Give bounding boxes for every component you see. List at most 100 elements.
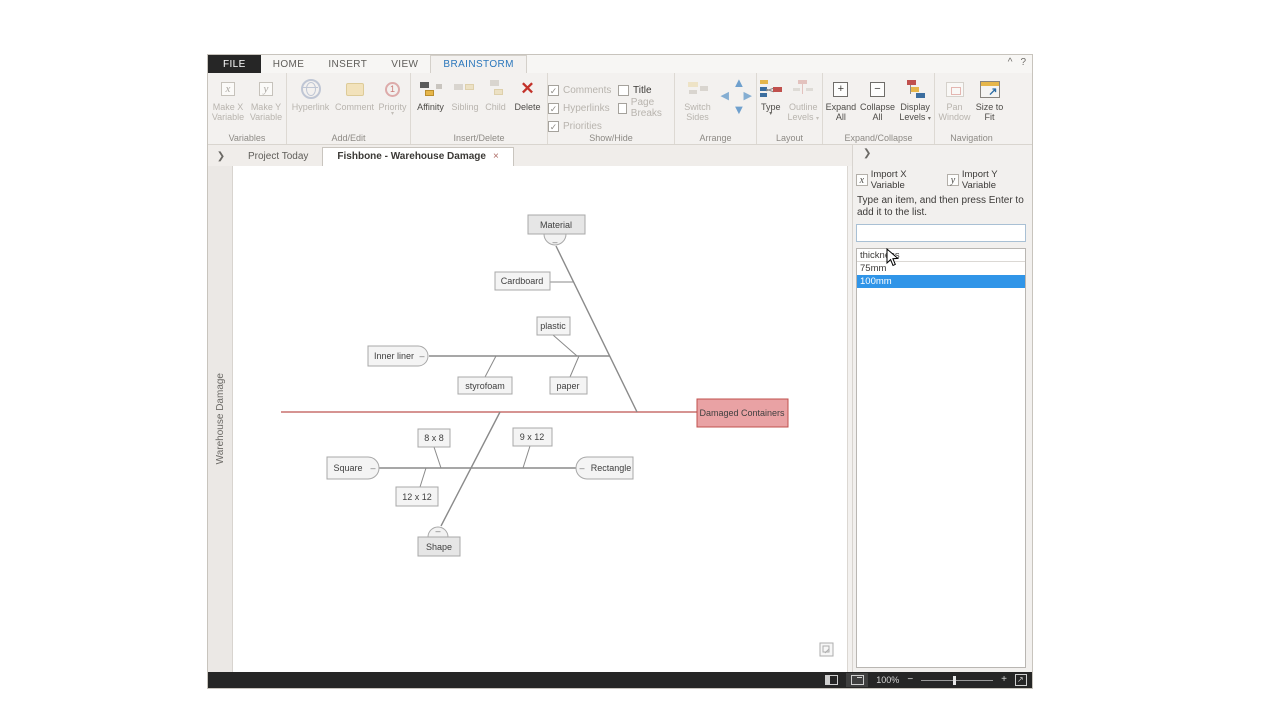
checkbox-page-breaks[interactable]: Page Breaks: [618, 99, 674, 117]
node-shape-label: Shape: [426, 542, 452, 552]
close-tab-icon[interactable]: ×: [493, 151, 499, 162]
square-collapse-icon[interactable]: –: [370, 463, 375, 473]
tab-insert[interactable]: INSERT: [316, 55, 379, 73]
move-left-arrow-icon[interactable]: ◀: [721, 91, 729, 102]
switch-sides-icon: [687, 80, 709, 98]
tab-brainstorm[interactable]: BRAINSTORM: [430, 55, 527, 73]
styrofoam-connector: [485, 356, 496, 377]
collapse-all-label: Collapse All: [859, 102, 897, 122]
view-mode-outline-icon[interactable]: [825, 675, 838, 685]
import-x-variable-button[interactable]: x Import X Variable: [856, 169, 941, 191]
group-label-expand-collapse: Expand/Collapse: [823, 133, 934, 143]
make-x-variable-button[interactable]: x Make X Variable: [209, 76, 247, 122]
expand-all-plus-icon: +: [833, 82, 848, 97]
doc-tab-fishbone[interactable]: Fishbone - Warehouse Damage ×: [322, 147, 513, 166]
doc-tab-fishbone-label: Fishbone - Warehouse Damage: [337, 151, 486, 162]
doc-tab-project-today[interactable]: Project Today: [234, 148, 322, 166]
page-break-corner-icon[interactable]: [820, 643, 833, 656]
view-mode-active-button[interactable]: [846, 673, 868, 687]
layout-type-icon: [760, 80, 782, 98]
priority-button[interactable]: 1 Priority ▾: [376, 76, 410, 117]
priority-icon: 1: [385, 82, 400, 97]
move-right-arrow-icon[interactable]: ▶: [744, 91, 752, 102]
display-levels-button[interactable]: Display Levels ▾: [896, 76, 934, 122]
size-to-fit-button[interactable]: Size to Fit: [973, 76, 1007, 122]
page-tab-warehouse-damage[interactable]: Warehouse Damage: [215, 373, 226, 464]
group-label-arrange: Arrange: [675, 133, 756, 143]
12x12-connector: [420, 468, 426, 487]
node-cardboard-label: Cardboard: [501, 276, 544, 286]
comment-button[interactable]: Comment: [334, 76, 376, 112]
sibling-button[interactable]: Sibling: [449, 76, 482, 112]
sibling-label: Sibling: [451, 102, 478, 112]
list-item-thickness[interactable]: thickness: [857, 249, 1025, 262]
priorities-checkbox-label: Priorities: [563, 121, 602, 132]
tab-view[interactable]: VIEW: [379, 55, 430, 73]
page-breaks-checkbox-icon: [618, 103, 627, 114]
make-y-variable-button[interactable]: y Make Y Variable: [247, 76, 285, 122]
hyperlinks-checkbox-label: Hyperlinks: [563, 103, 610, 114]
hyperlink-button[interactable]: Hyperlink: [288, 76, 334, 112]
list-item-75mm[interactable]: 75mm: [857, 262, 1025, 275]
tab-home[interactable]: HOME: [261, 55, 317, 73]
priority-dropdown-icon: ▾: [391, 112, 394, 117]
move-down-arrow-icon[interactable]: ▼: [733, 104, 746, 115]
list-item-100mm[interactable]: 100mm: [857, 275, 1025, 288]
checkbox-hyperlinks[interactable]: Hyperlinks: [548, 99, 618, 117]
variable-items-list[interactable]: thickness 75mm 100mm: [856, 248, 1026, 668]
import-y-label: Import Y Variable: [962, 169, 1032, 191]
import-y-variable-button[interactable]: y Import Y Variable: [947, 169, 1032, 191]
delete-button[interactable]: ✕ Delete: [510, 76, 546, 112]
expand-all-label: Expand All: [823, 102, 859, 122]
outline-levels-label: Outline Levels ▾: [785, 102, 822, 122]
rectangle-collapse-icon[interactable]: –: [579, 463, 584, 473]
outline-levels-button[interactable]: Outline Levels ▾: [785, 76, 822, 122]
node-9x12-label: 9 x 12: [520, 432, 545, 442]
inner-liner-collapse-icon[interactable]: –: [419, 351, 424, 361]
sibling-icon: [454, 80, 476, 98]
pan-window-label: Pan Window: [937, 102, 973, 122]
affinity-button[interactable]: Affinity: [413, 76, 449, 112]
hyperlink-globe-icon: [301, 79, 321, 99]
group-label-insert-delete: Insert/Delete: [411, 133, 547, 143]
expand-all-button[interactable]: + Expand All: [823, 76, 859, 122]
hyperlinks-checkbox-icon: [548, 103, 559, 114]
diagram-canvas[interactable]: – – Damaged Containers Material Inner li…: [233, 166, 848, 672]
zoom-in-icon[interactable]: +: [1001, 675, 1007, 685]
delete-x-icon: ✕: [520, 80, 534, 98]
zoom-out-icon[interactable]: −: [907, 675, 913, 685]
move-up-arrow-icon[interactable]: ▲: [733, 77, 746, 88]
add-item-input[interactable]: [856, 224, 1026, 242]
type-button[interactable]: Type ▾: [757, 76, 785, 117]
x-variable-icon: x: [221, 82, 235, 96]
expand-left-panel-icon[interactable]: ❯: [208, 151, 234, 166]
hyperlink-label: Hyperlink: [292, 102, 330, 112]
fishbone-diagram: – – Damaged Containers Material Inner li…: [233, 166, 848, 672]
affinity-label: Affinity: [417, 102, 444, 112]
child-button[interactable]: Child: [482, 76, 510, 112]
type-dropdown-icon: ▾: [769, 112, 772, 117]
tab-file[interactable]: FILE: [208, 55, 261, 73]
move-topic-arrow-pad: ▲ ◀ ▶ ▼: [720, 76, 756, 120]
display-levels-label: Display Levels ▾: [896, 102, 934, 122]
group-layout: Type ▾ Outline Levels ▾ Layout: [757, 73, 823, 144]
node-12x12-label: 12 x 12: [402, 492, 432, 502]
group-label-navigation: Navigation: [935, 133, 1008, 143]
collapse-ribbon-icon[interactable]: ^: [1008, 57, 1013, 68]
collapse-all-button[interactable]: − Collapse All: [859, 76, 897, 122]
zoom-slider[interactable]: [921, 676, 993, 685]
zoom-slider-thumb[interactable]: [953, 676, 956, 685]
paper-connector: [570, 356, 579, 377]
checkbox-comments[interactable]: Comments: [548, 81, 618, 99]
node-material-label: Material: [540, 220, 572, 230]
fit-page-icon[interactable]: [1015, 674, 1027, 686]
page-breaks-checkbox-label: Page Breaks: [631, 97, 674, 119]
pan-window-button[interactable]: Pan Window: [937, 76, 973, 122]
help-icon[interactable]: ?: [1020, 57, 1026, 68]
switch-sides-button[interactable]: Switch Sides: [676, 76, 720, 122]
material-collapse-icon[interactable]: –: [552, 237, 557, 247]
switch-sides-label: Switch Sides: [676, 102, 720, 122]
priorities-checkbox-icon: [548, 121, 559, 132]
shape-collapse-icon[interactable]: –: [435, 526, 440, 536]
expand-right-panel-icon[interactable]: ❯: [863, 148, 871, 159]
